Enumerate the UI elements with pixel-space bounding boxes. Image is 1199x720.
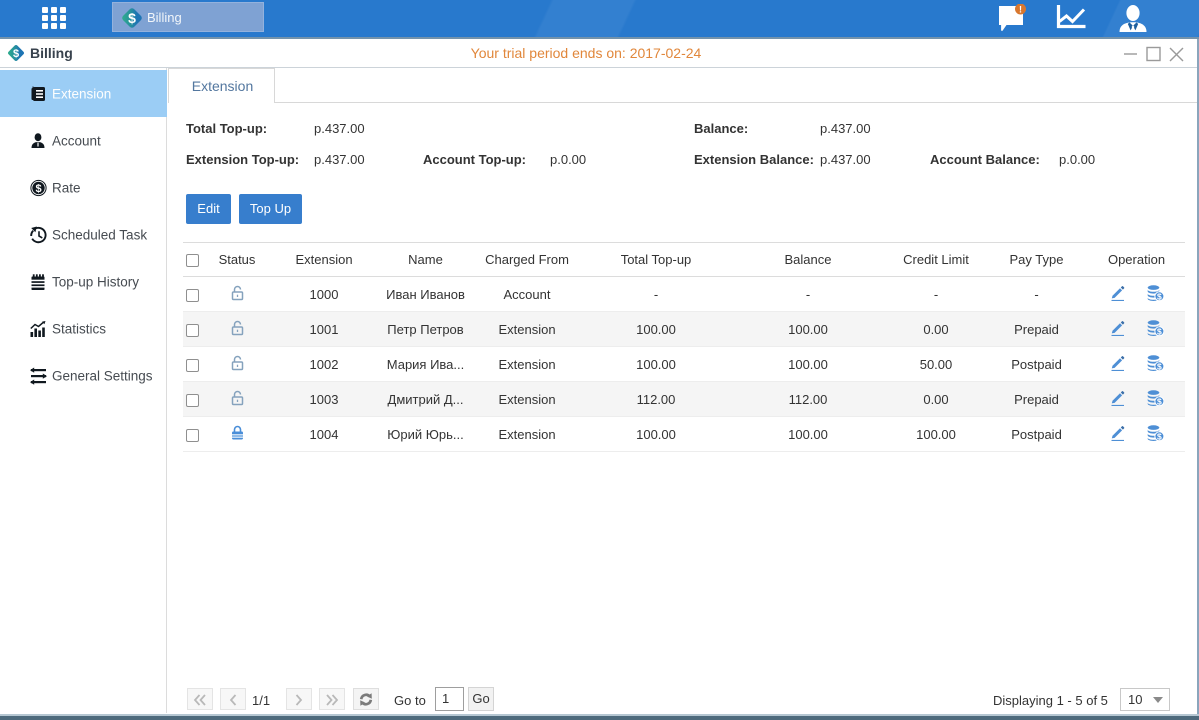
svg-text:$: $ (128, 10, 136, 26)
svg-text:$: $ (1157, 396, 1162, 406)
svg-text:$: $ (1157, 431, 1162, 441)
svg-text:$: $ (1157, 326, 1162, 336)
svg-text:$: $ (35, 183, 41, 195)
svg-text:!: ! (1019, 5, 1022, 15)
svg-text:$: $ (1157, 291, 1162, 301)
svg-text:$: $ (1157, 361, 1162, 371)
